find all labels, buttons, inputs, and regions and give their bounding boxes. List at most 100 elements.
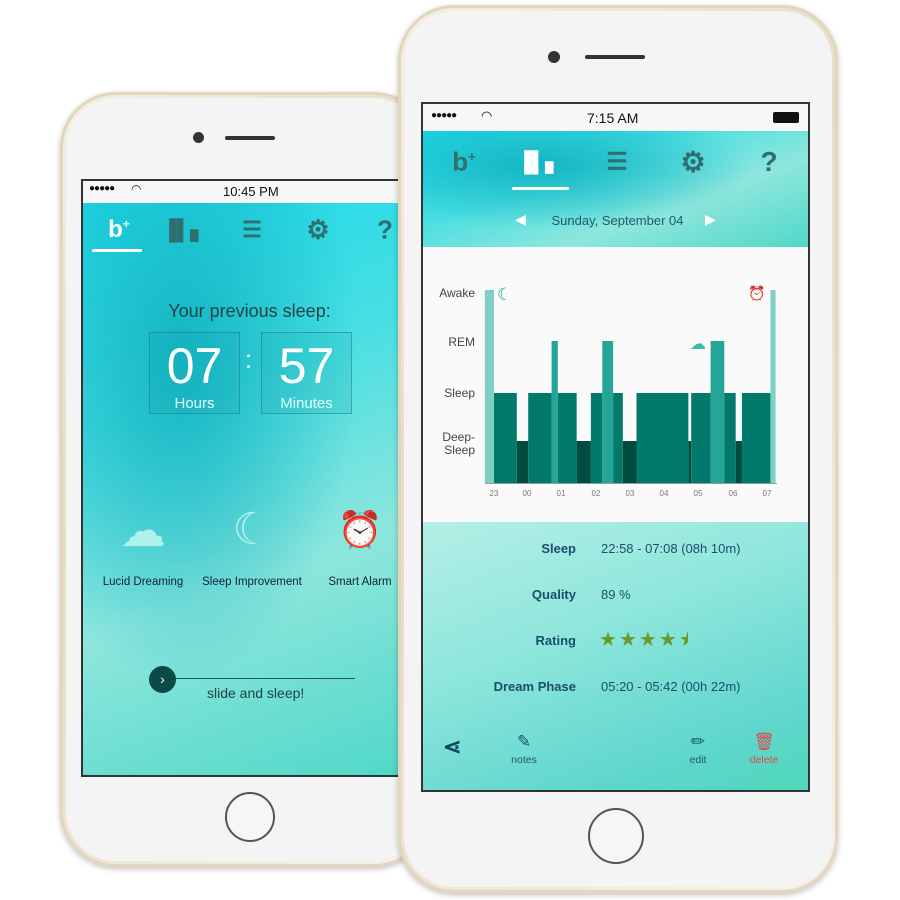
help-icon[interactable]: ? [377, 215, 393, 246]
segment-deep [688, 441, 692, 483]
delete-button[interactable]: 🗑 delete [750, 732, 779, 766]
stat-label-rating: Rating [535, 633, 576, 648]
segment-deep [735, 441, 742, 483]
edit-label: edit [689, 754, 707, 766]
minutes-box: 57 Minutes [261, 332, 352, 414]
segment-awake [484, 290, 494, 483]
slider-label: slide and sleep! [207, 685, 305, 701]
feature-lucid-dreaming[interactable]: ☁ Lucid Dreaming [103, 504, 184, 588]
stat-label-dream-phase: Dream Phase [493, 679, 576, 694]
stats-icon[interactable]: ▐▌▖ [517, 150, 561, 175]
front-camera [548, 51, 560, 63]
cloud-icon: ☁ [119, 504, 166, 556]
segment-deep [516, 441, 529, 483]
moon-icon: ☾ [232, 505, 272, 554]
star-icon: ★ [618, 629, 639, 651]
x-tick-label: 03 [626, 489, 635, 498]
slider-track[interactable] [163, 678, 355, 679]
home-plus-icon[interactable]: b+ [108, 216, 130, 244]
moon-icon: ☾ [497, 285, 513, 304]
segment-sleep [613, 393, 623, 483]
feature-smart-alarm[interactable]: ⏰ Smart Alarm [328, 504, 391, 588]
segment-sleep [590, 393, 603, 483]
signal-icon: ●●●●● [89, 183, 115, 194]
hours-box: 07 Hours [149, 332, 240, 414]
x-tick-label: 01 [557, 489, 566, 498]
x-tick-label: 02 [592, 489, 601, 498]
header: b+ ▐▌▖ ☰ ⚙ ? ◀ Sunday, September 04 ▶ [423, 131, 808, 247]
feature-label: Lucid Dreaming [102, 576, 184, 588]
segment-rem [602, 341, 614, 483]
segment-deep [622, 441, 637, 483]
delete-label: delete [749, 754, 779, 766]
date-label: Sunday, September 04 [551, 213, 684, 228]
home-plus-icon[interactable]: b+ [452, 147, 475, 178]
x-tick-label: 07 [763, 489, 772, 498]
sleep-chart-area: Awake REM Sleep Deep- Sleep 23 00 01 02 03 04… [423, 247, 808, 522]
active-tab-indicator [92, 249, 142, 252]
feature-label: Smart Alarm [328, 576, 392, 588]
segment-sleep [494, 393, 517, 483]
x-tick-label: 23 [490, 489, 499, 498]
gear-icon[interactable]: ⚙ [680, 146, 705, 179]
alarm-clock-icon: ⏰ [337, 509, 383, 550]
status-bar: ●●●●● ◠ 10:45 PM [83, 181, 409, 203]
x-tick-label: 04 [660, 489, 669, 498]
minutes-value: 57 [278, 338, 335, 394]
status-time: 10:45 PM [223, 184, 279, 199]
speaker [585, 55, 645, 59]
stat-label-quality: Quality [531, 587, 576, 602]
segment-sleep [557, 393, 577, 483]
x-tick-label: 00 [523, 489, 532, 498]
segment-sleep [724, 393, 736, 483]
front-camera [193, 132, 204, 143]
half-star-icon: ★ [679, 627, 688, 652]
list-icon[interactable]: ☰ [242, 217, 262, 243]
wifi-icon: ◠ [481, 108, 493, 123]
alarm-clock-icon: ⏰ [748, 285, 766, 301]
stats-panel: Sleep 22:58 - 07:08 (08h 10m) Quality 89… [423, 522, 808, 790]
stat-value-sleep: 22:58 - 07:08 (08h 10m) [601, 541, 741, 556]
x-tick-label: 06 [729, 489, 738, 498]
help-icon[interactable]: ? [760, 146, 777, 178]
segment-sleep [741, 393, 771, 483]
trash-icon: 🗑 [753, 732, 775, 751]
home-button[interactable] [225, 792, 275, 842]
speaker [225, 136, 275, 140]
list-icon[interactable]: ☰ [606, 148, 628, 177]
segment-deep [576, 441, 591, 483]
segment-rem [551, 341, 558, 483]
segment-sleep [691, 393, 711, 483]
stat-value-quality: 89 % [601, 587, 631, 602]
status-time: 7:15 AM [587, 110, 639, 126]
stat-value-dream-phase: 05:20 - 05:42 (00h 22m) [601, 679, 741, 694]
hours-label: Hours [174, 395, 215, 412]
gear-icon[interactable]: ⚙ [306, 215, 329, 246]
star-icon: ★ [638, 629, 659, 651]
stat-label-sleep: Sleep [541, 541, 576, 556]
signal-icon: ●●●●● [431, 110, 457, 121]
star-icon: ★ [599, 629, 619, 651]
edit-button[interactable]: ✏ edit [690, 732, 707, 766]
feature-sleep-improvement[interactable]: ☾ Sleep Improvement [202, 504, 302, 588]
dream-cloud-icon: ☁ [690, 336, 706, 353]
rating-stars: ★★★★★ [599, 627, 688, 652]
share-icon[interactable]: ⋖ [443, 734, 461, 760]
hours-value: 07 [166, 338, 223, 394]
star-icon: ★ [658, 629, 679, 651]
home-button[interactable] [588, 808, 644, 864]
battery-icon [773, 112, 799, 123]
notes-button[interactable]: ✎ notes [511, 732, 537, 766]
slider-handle[interactable]: › [149, 666, 176, 693]
segment-sleep [528, 393, 552, 483]
time-separator: : [245, 344, 253, 374]
active-tab-indicator [512, 187, 569, 190]
next-day-button[interactable]: ▶ [705, 211, 716, 228]
segment-sleep [636, 393, 689, 483]
stats-icon[interactable]: ▐▌▖ [162, 218, 206, 243]
feature-label: Sleep Improvement [202, 576, 302, 588]
pencil-icon: ✏ [690, 732, 706, 751]
notes-label: notes [511, 754, 537, 766]
left-screen: ●●●●● ◠ 10:45 PM b+ ▐▌▖ ☰ ⚙ ? Your previ… [81, 179, 411, 777]
segment-rem [710, 341, 725, 483]
